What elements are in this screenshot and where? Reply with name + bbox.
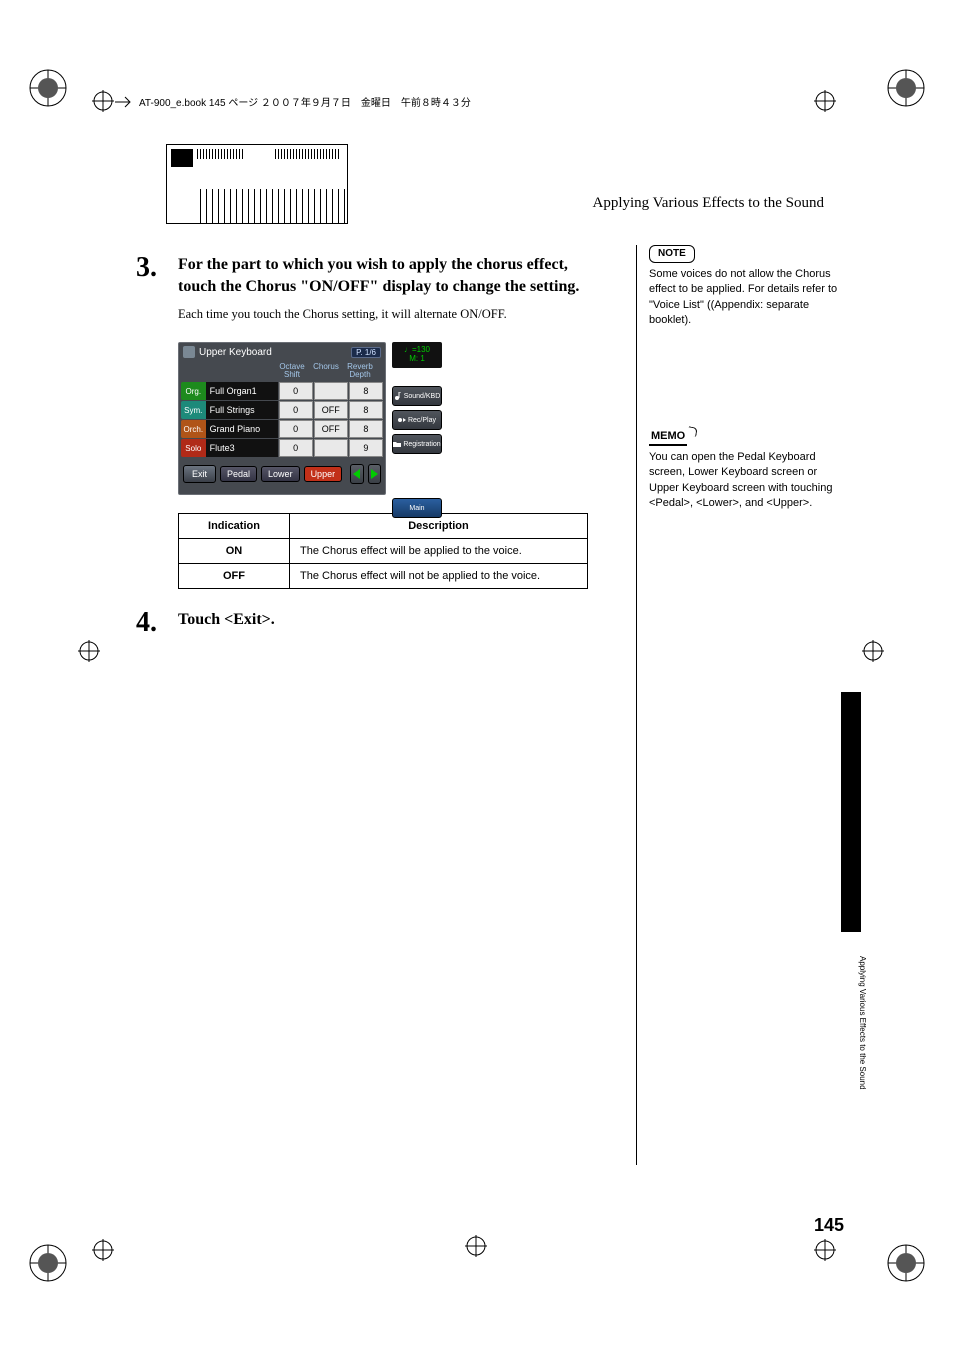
description-cell: The Chorus effect will not be applied to…: [290, 564, 588, 589]
note-text: Some voices do not allow the Chorus effe…: [649, 268, 837, 326]
voice-row[interactable]: Solo Flute3 0 9: [181, 439, 383, 457]
triangle-right-icon: [369, 469, 379, 479]
note-icon: [394, 392, 402, 400]
chorus-cell[interactable]: [314, 382, 348, 400]
step-number: 3.: [136, 254, 158, 589]
octave-cell[interactable]: 0: [279, 401, 313, 419]
crop-mark-icon: [814, 1239, 836, 1261]
crop-rosette-bl: [28, 1243, 68, 1283]
description-cell: The Chorus effect will be applied to the…: [290, 539, 588, 564]
rec-play-icon: [398, 416, 406, 424]
main-button[interactable]: Main: [392, 498, 442, 518]
chorus-cell[interactable]: OFF: [314, 420, 348, 438]
crop-mark-icon: [465, 1235, 487, 1257]
exit-button[interactable]: Exit: [183, 465, 216, 483]
window-title: Upper Keyboard: [199, 347, 272, 358]
memo-badge: MEMO: [649, 429, 687, 446]
voice-tag: Solo: [181, 439, 206, 457]
voice-name: Flute3: [206, 439, 278, 457]
voice-name: Full Organ1: [206, 382, 278, 400]
section-title: Applying Various Effects to the Sound: [592, 195, 824, 212]
step-3-paragraph: Each time you touch the Chorus setting, …: [178, 307, 606, 322]
reverb-cell[interactable]: 9: [349, 439, 383, 457]
triangle-left-icon: [352, 469, 362, 479]
section-side-tab: Applying Various Effects to the Sound: [841, 692, 861, 932]
chorus-cell[interactable]: [314, 439, 348, 457]
column-headers: Octave Shift Chorus Reverb Depth: [179, 361, 385, 381]
running-header-text: AT-900_e.book 145 ページ ２００７年９月７日 金曜日 午前８時…: [139, 94, 471, 109]
window-icon: [183, 346, 195, 358]
indication-cell: ON: [179, 539, 290, 564]
pedal-button[interactable]: Pedal: [220, 466, 257, 482]
page-indicator: P. 1/6: [351, 347, 381, 358]
rec-play-button[interactable]: Rec/Play: [392, 410, 442, 430]
voice-row[interactable]: Org. Full Organ1 0 8: [181, 382, 383, 400]
voice-name: Grand Piano: [206, 420, 278, 438]
voice-row[interactable]: Orch. Grand Piano 0 OFF 8: [181, 420, 383, 438]
reverb-cell[interactable]: 8: [349, 382, 383, 400]
header-reverb: Reverb Depth: [343, 361, 377, 381]
voice-tag: Orch.: [181, 420, 206, 438]
table-row: OFF The Chorus effect will not be applie…: [179, 564, 588, 589]
crop-rosette-br: [886, 1243, 926, 1283]
octave-cell[interactable]: 0: [279, 420, 313, 438]
page-number: 145: [814, 1215, 844, 1236]
step-3: 3. For the part to which you wish to app…: [166, 254, 606, 589]
indication-cell: OFF: [179, 564, 290, 589]
prev-page-button[interactable]: [350, 464, 363, 484]
running-header: AT-900_e.book 145 ページ ２００７年９月７日 金曜日 午前８時…: [115, 94, 471, 109]
note-block: NOTE Some voices do not allow the Chorus…: [649, 245, 839, 329]
reverb-cell[interactable]: 8: [349, 420, 383, 438]
note-badge: NOTE: [649, 245, 695, 263]
folder-icon: [393, 440, 401, 448]
chorus-cell[interactable]: OFF: [314, 401, 348, 419]
voice-tag: Org.: [181, 382, 206, 400]
lower-button[interactable]: Lower: [261, 466, 300, 482]
header-octave: Octave Shift: [275, 361, 309, 381]
memo-block: MEMO You can open the Pedal Keyboard scr…: [649, 429, 839, 512]
crop-rosette-tl: [28, 68, 68, 108]
octave-cell[interactable]: 0: [279, 439, 313, 457]
step-4-heading: Touch <Exit>.: [178, 609, 606, 631]
upper-button[interactable]: Upper: [304, 466, 343, 482]
table-row: ON The Chorus effect will be applied to …: [179, 539, 588, 564]
step-4: 4. Touch <Exit>.: [166, 609, 606, 637]
crop-mark-icon: [862, 640, 884, 662]
step-number: 4.: [136, 609, 158, 637]
arrow-right-icon: [115, 96, 133, 108]
step-3-heading: For the part to which you wish to apply …: [178, 254, 606, 297]
sound-kbd-button[interactable]: Sound/KBD: [392, 386, 442, 406]
chorus-indication-table: Indication Description ON The Chorus eff…: [178, 513, 588, 589]
crop-mark-icon: [92, 90, 114, 112]
next-page-button[interactable]: [368, 464, 381, 484]
tempo-display: ♩=130 M: 1: [392, 342, 442, 368]
keyboard-thumbnail: [166, 144, 348, 224]
voice-name: Full Strings: [206, 401, 278, 419]
margin-notes: NOTE Some voices do not allow the Chorus…: [636, 245, 839, 1165]
registration-button[interactable]: Registration: [392, 434, 442, 454]
section-side-tab-label: Applying Various Effects to the Sound: [858, 956, 867, 1090]
crop-rosette-tr: [886, 68, 926, 108]
crop-mark-icon: [92, 1239, 114, 1261]
reverb-cell[interactable]: 8: [349, 401, 383, 419]
header-chorus: Chorus: [309, 361, 343, 381]
octave-cell[interactable]: 0: [279, 382, 313, 400]
crop-mark-icon: [814, 90, 836, 112]
memo-text: You can open the Pedal Keyboard screen, …: [649, 451, 832, 509]
table-header-indication: Indication: [179, 514, 290, 539]
voice-tag: Sym.: [181, 401, 206, 419]
tempo-meas: M: 1: [409, 355, 425, 364]
crop-mark-icon: [78, 640, 100, 662]
upper-keyboard-screen: Upper Keyboard P. 1/6 Octave Shift Choru…: [178, 342, 442, 495]
voice-row[interactable]: Sym. Full Strings 0 OFF 8: [181, 401, 383, 419]
